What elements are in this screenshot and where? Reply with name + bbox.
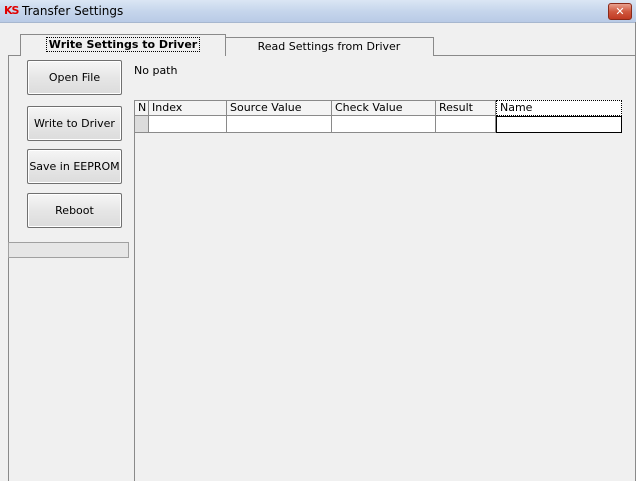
file-path-label: No path xyxy=(134,64,178,77)
column-header-name[interactable]: Name xyxy=(496,100,622,116)
progress-bar xyxy=(8,242,129,258)
column-header-n[interactable]: N xyxy=(135,100,149,116)
tab-read-settings[interactable]: Read Settings from Driver xyxy=(224,37,434,56)
table-cell-index[interactable] xyxy=(149,116,227,133)
tab-write-settings-label: Write Settings to Driver xyxy=(45,37,201,52)
column-header-source-value[interactable]: Source Value xyxy=(227,100,332,116)
settings-table[interactable]: N Index Source Value Check Value Result … xyxy=(134,100,636,481)
close-icon: ✕ xyxy=(615,5,625,18)
transfer-settings-window: KS Transfer Settings ✕ Write Settings to… xyxy=(0,0,636,481)
tab-write-settings[interactable]: Write Settings to Driver xyxy=(20,34,226,56)
close-button[interactable]: ✕ xyxy=(608,3,632,20)
table-cell-source-value[interactable] xyxy=(227,116,332,133)
reboot-button[interactable]: Reboot xyxy=(27,193,122,228)
table-cell-name[interactable] xyxy=(496,116,622,133)
tab-read-settings-label: Read Settings from Driver xyxy=(257,40,401,53)
title-bar[interactable]: KS Transfer Settings ✕ xyxy=(0,0,636,23)
column-header-check-value[interactable]: Check Value xyxy=(332,100,436,116)
save-in-eeprom-button[interactable]: Save in EEPROM xyxy=(27,149,122,184)
column-header-index[interactable]: Index xyxy=(149,100,227,116)
window-title: Transfer Settings xyxy=(22,4,124,18)
write-to-driver-button[interactable]: Write to Driver xyxy=(27,106,122,141)
column-header-result[interactable]: Result xyxy=(436,100,496,116)
table-cell-result[interactable] xyxy=(436,116,496,133)
table-cell-n[interactable] xyxy=(135,116,149,133)
open-file-button[interactable]: Open File xyxy=(27,60,122,95)
ks-logo-icon: KS xyxy=(4,4,19,17)
table-cell-check-value[interactable] xyxy=(332,116,436,133)
